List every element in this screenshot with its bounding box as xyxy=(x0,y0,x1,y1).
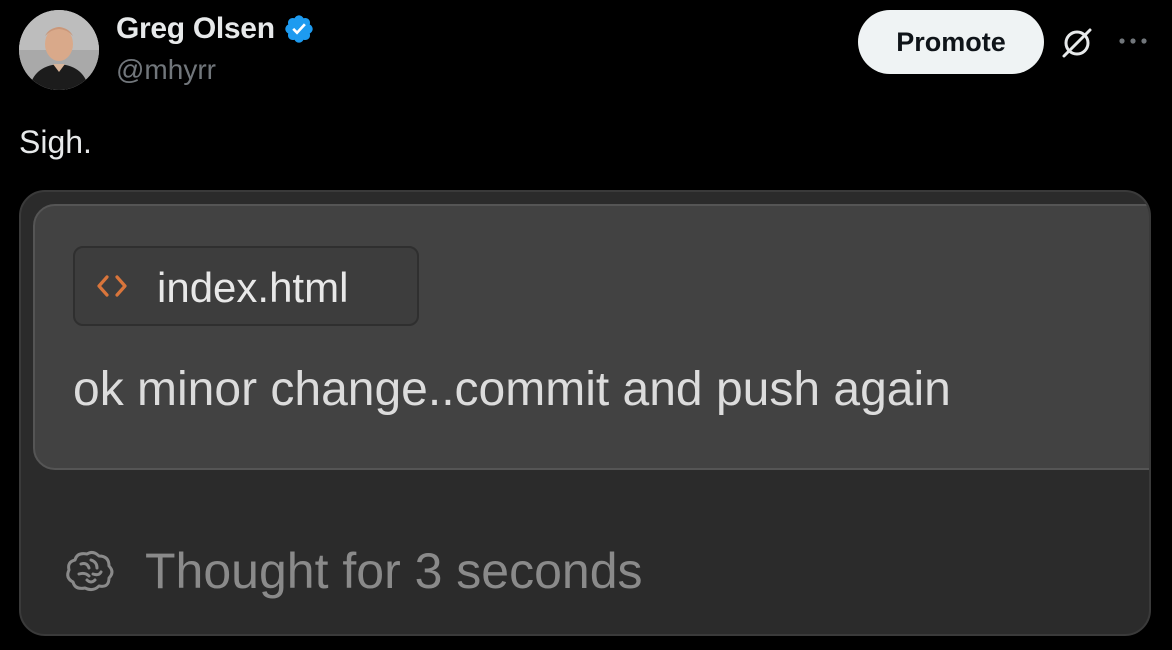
avatar[interactable] xyxy=(19,10,99,90)
code-icon xyxy=(97,275,127,297)
brain-icon xyxy=(66,550,114,592)
thought-text: Thought for 3 seconds xyxy=(145,543,643,599)
verified-badge-icon xyxy=(285,15,313,43)
prompt-text: ok minor change..commit and push again xyxy=(73,363,951,416)
prompt-box: index.html ok minor change..commit and p… xyxy=(33,204,1149,470)
thought-row: Thought for 3 seconds xyxy=(61,542,643,600)
profile-photo-icon xyxy=(19,10,99,90)
promote-button[interactable]: Promote xyxy=(858,10,1044,74)
more-icon[interactable] xyxy=(1116,34,1150,48)
tweet: Greg Olsen @mhyrr Promote Sigh. index.ht… xyxy=(0,0,1172,650)
file-chip: index.html xyxy=(73,246,419,326)
file-name: index.html xyxy=(157,264,349,311)
grok-icon[interactable] xyxy=(1060,26,1094,60)
author-display-name[interactable]: Greg Olsen xyxy=(116,12,275,46)
media-card[interactable]: index.html ok minor change..commit and p… xyxy=(19,190,1151,636)
author-handle[interactable]: @mhyrr xyxy=(116,54,216,86)
tweet-text: Sigh. xyxy=(19,124,92,160)
author-name-row: Greg Olsen xyxy=(116,12,315,46)
